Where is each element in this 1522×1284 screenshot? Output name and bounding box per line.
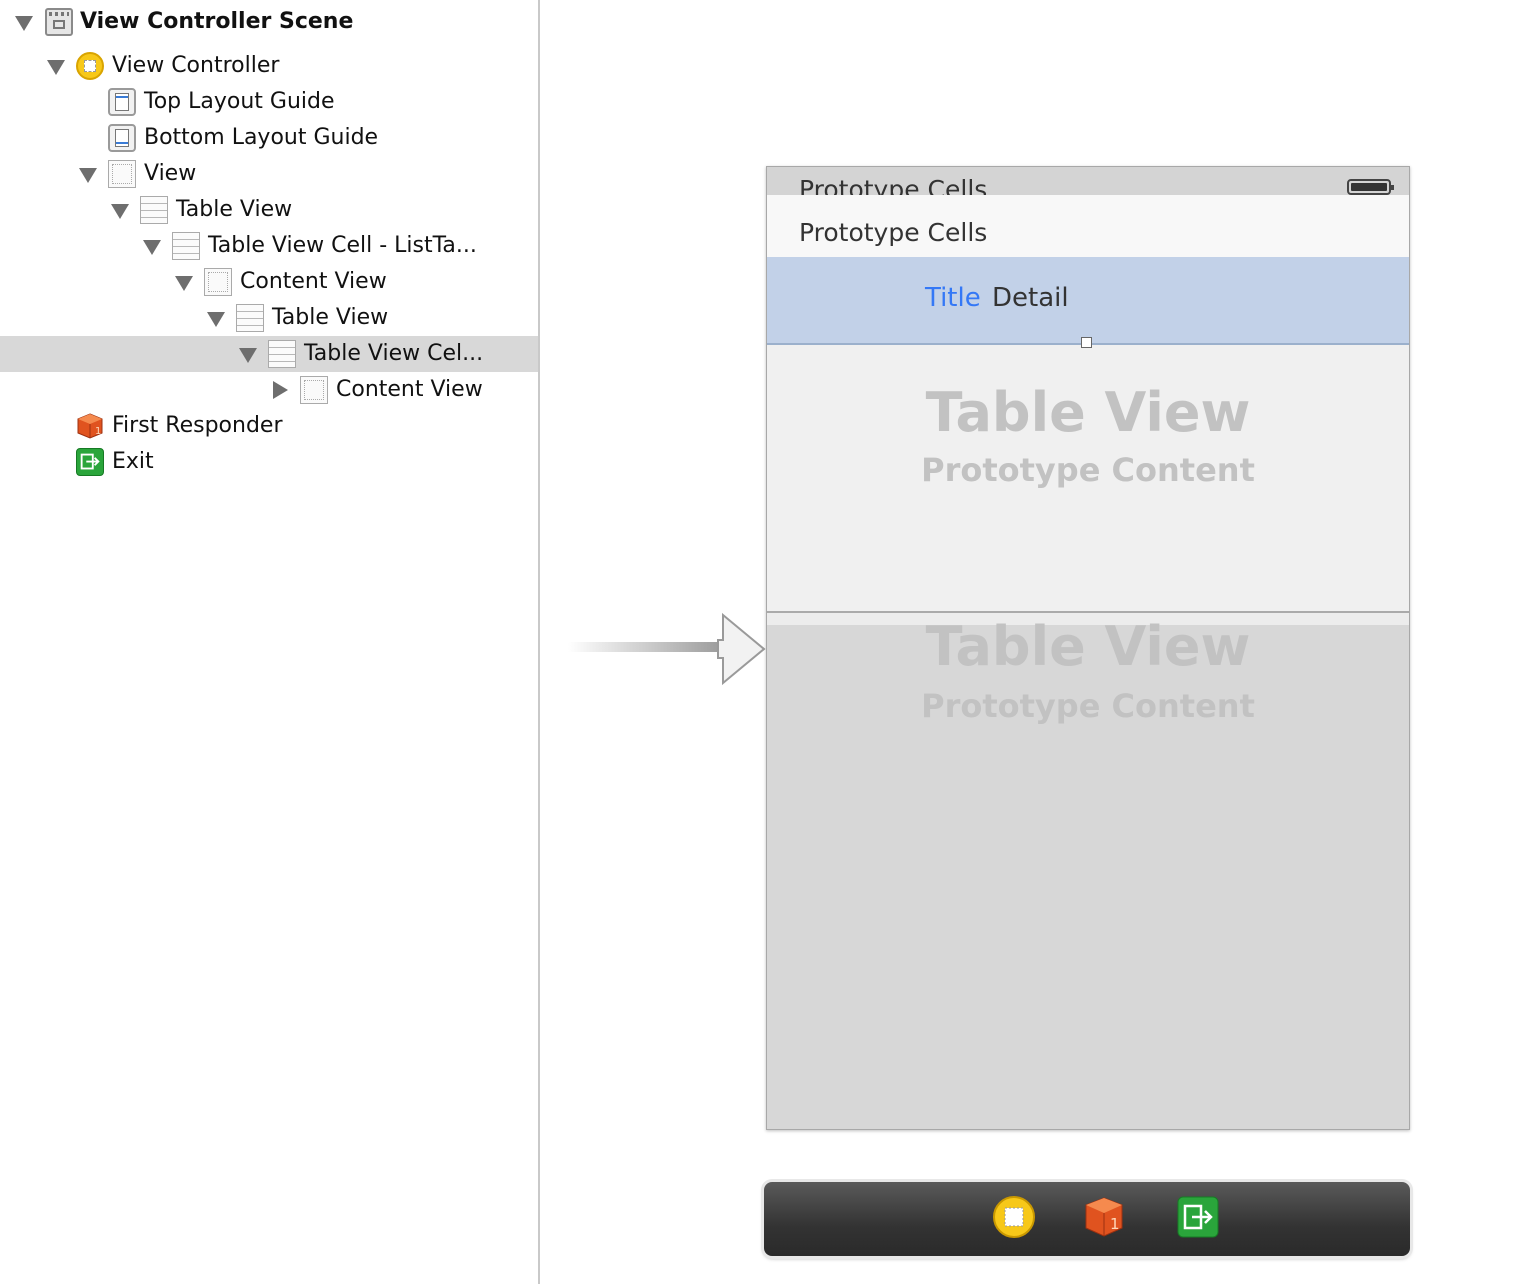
outline-label: View Controller (112, 53, 280, 78)
outline-row-first-responder[interactable]: 1 First Responder (0, 408, 538, 444)
table-view-cell-icon (172, 232, 200, 260)
disclosure-open-icon[interactable] (15, 16, 33, 31)
battery-icon (1347, 179, 1394, 195)
disclosure-open-icon[interactable] (207, 312, 225, 327)
scene-icon (45, 8, 73, 36)
outer-table-placeholder-subtitle: Prototype Content (921, 451, 1255, 489)
disclosure-open-icon[interactable] (111, 204, 129, 219)
outline-row-bottom-layout-guide[interactable]: Bottom Layout Guide (0, 120, 538, 156)
outline-label: Table View Cel... (304, 341, 484, 366)
resize-handle[interactable] (1081, 337, 1092, 348)
outline-label: View Controller Scene (80, 9, 354, 34)
first-responder-icon[interactable]: 1 (1082, 1195, 1126, 1239)
first-responder-icon: 1 (77, 413, 103, 439)
svg-text:1: 1 (1110, 1215, 1120, 1233)
content-view-icon (300, 376, 328, 404)
exit-icon (76, 448, 104, 476)
outline-label: Bottom Layout Guide (144, 125, 379, 150)
outline-row-top-layout-guide[interactable]: Top Layout Guide (0, 84, 538, 120)
outline-row-inner-table-view[interactable]: Table View (0, 300, 538, 336)
table-view-cell-icon (268, 340, 296, 368)
inner-table-placeholder-subtitle: Prototype Content (921, 687, 1255, 725)
disclosure-open-icon[interactable] (47, 60, 65, 75)
disclosure-open-icon[interactable] (143, 240, 161, 255)
view-controller-icon (76, 52, 104, 80)
outline-label: First Responder (112, 413, 283, 438)
bottom-layout-guide-icon (108, 124, 136, 152)
selected-table-view-cell[interactable]: Title Detail (767, 257, 1409, 345)
scene-dock: 1 (764, 1182, 1410, 1256)
top-layout-guide-icon (108, 88, 136, 116)
disclosure-open-icon[interactable] (239, 348, 257, 363)
initial-view-controller-arrow-icon[interactable] (568, 612, 768, 686)
table-view-icon (236, 304, 264, 332)
outline-row-content-view[interactable]: Content View (0, 264, 538, 300)
disclosure-closed-icon[interactable] (273, 381, 288, 399)
outline-label: Content View (240, 269, 387, 294)
document-outline: View Controller Scene View Controller To… (0, 0, 540, 1284)
outline-label: Content View (336, 377, 483, 402)
outline-row-table-view[interactable]: Table View (0, 192, 538, 228)
status-bar: Prototype Cells (767, 167, 1409, 204)
view-controller-frame[interactable]: Prototype Cells Prototype Cells Title De… (766, 166, 1410, 1130)
table-view-icon (140, 196, 168, 224)
view-icon (108, 160, 136, 188)
outer-table-view[interactable]: Prototype Cells Title Detail Table View … (767, 195, 1409, 613)
storyboard-canvas[interactable]: Prototype Cells Prototype Cells Title De… (540, 0, 1522, 1284)
prototype-cells-label: Prototype Cells (799, 218, 988, 247)
content-view-icon (204, 268, 232, 296)
outline-row-view-controller[interactable]: View Controller (0, 48, 538, 84)
outline-label: Exit (112, 449, 154, 474)
exit-icon[interactable] (1176, 1195, 1220, 1239)
outline-row-exit[interactable]: Exit (0, 444, 538, 480)
disclosure-open-icon[interactable] (175, 276, 193, 291)
cell-title-label[interactable]: Title (925, 283, 981, 313)
outline-label: View (144, 161, 197, 186)
disclosure-open-icon[interactable] (79, 168, 97, 183)
outline-label: Top Layout Guide (144, 89, 335, 114)
outline-label: Table View (272, 305, 389, 330)
outline-label: Table View Cell - ListTa... (208, 233, 477, 258)
prototype-cells-header: Prototype Cells (767, 195, 1409, 257)
outline-row-view-controller-scene[interactable]: View Controller Scene (0, 4, 538, 40)
outer-table-placeholder-title: Table View (925, 381, 1251, 444)
outline-row-view[interactable]: View (0, 156, 538, 192)
outline-label: Table View (176, 197, 293, 222)
outline-row-inner-table-view-cell[interactable]: Table View Cel... (0, 336, 538, 372)
inner-table-placeholder-title: Table View (925, 615, 1251, 678)
view-controller-icon[interactable] (992, 1195, 1036, 1239)
outline-row-table-view-cell[interactable]: Table View Cell - ListTa... (0, 228, 538, 264)
outline-row-inner-content-view[interactable]: Content View (0, 372, 538, 408)
svg-text:1: 1 (95, 426, 101, 437)
cell-detail-label[interactable]: Detail (992, 283, 1069, 313)
